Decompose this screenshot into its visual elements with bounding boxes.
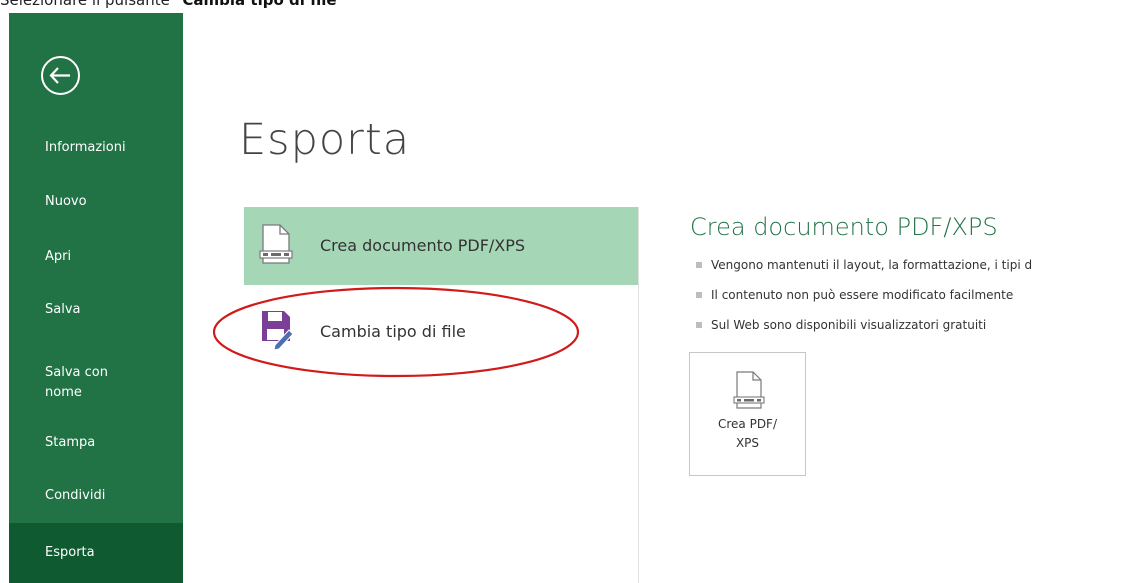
page-title: Esporta bbox=[239, 115, 411, 165]
bullet-text: Vengono mantenuti il layout, la formatta… bbox=[711, 258, 1033, 272]
bullet-icon bbox=[696, 262, 702, 268]
sidebar-item-salva-con-nome-label: Salva con nome bbox=[45, 365, 108, 400]
caption-text: Selezionare il pulsante "Cambia tipo di … bbox=[0, 0, 344, 13]
bullet-icon bbox=[696, 292, 702, 298]
list-item: Il contenuto non può essere modificato f… bbox=[693, 287, 1032, 317]
button-label-line1: Crea PDF/ bbox=[717, 417, 778, 431]
bullet-text: Il contenuto non può essere modificato f… bbox=[711, 288, 1014, 302]
bullet-icon bbox=[696, 322, 702, 328]
caption-prefix: Selezionare il pulsante bbox=[0, 0, 175, 9]
divider bbox=[638, 207, 639, 583]
sidebar-item-condividi[interactable]: Condividi bbox=[9, 472, 183, 520]
option-crea-pdf-xps-label: Crea documento PDF/XPS bbox=[320, 236, 526, 255]
panel-title: Crea documento PDF/XPS bbox=[690, 213, 998, 241]
pdf-document-icon bbox=[259, 224, 293, 264]
highlight-annotation bbox=[212, 286, 580, 378]
backstage-sidebar: Informazioni Nuovo Apri Salva Salva con … bbox=[9, 13, 183, 583]
backstage-page: Selezionare il pulsante "Cambia tipo di … bbox=[0, 0, 1127, 583]
crea-pdf-xps-button[interactable]: Crea PDF/ XPS bbox=[689, 352, 806, 476]
sidebar-item-salva[interactable]: Salva bbox=[9, 286, 183, 334]
sidebar-item-nuovo[interactable]: Nuovo bbox=[9, 178, 183, 226]
feature-list: Vengono mantenuti il layout, la formatta… bbox=[693, 257, 1032, 347]
bullet-text: Sul Web sono disponibili visualizzatori … bbox=[711, 318, 987, 332]
sidebar-item-stampa[interactable]: Stampa bbox=[9, 419, 183, 467]
option-crea-pdf-xps[interactable]: Crea documento PDF/XPS bbox=[244, 207, 638, 285]
sidebar-item-apri[interactable]: Apri bbox=[9, 233, 183, 281]
list-item: Vengono mantenuti il layout, la formatta… bbox=[693, 257, 1032, 287]
back-arrow-icon[interactable] bbox=[40, 55, 81, 96]
crea-pdf-xps-button-label: Crea PDF/ XPS bbox=[690, 415, 805, 453]
sidebar-item-esporta[interactable]: Esporta bbox=[9, 523, 183, 583]
caption-bold: "Cambia tipo di file" bbox=[174, 0, 345, 9]
sidebar-item-salva-con-nome[interactable]: Salva con nome bbox=[9, 352, 183, 414]
pdf-document-icon bbox=[733, 371, 765, 409]
list-item: Sul Web sono disponibili visualizzatori … bbox=[693, 317, 1032, 347]
button-label-line2: XPS bbox=[735, 436, 760, 450]
sidebar-item-informazioni[interactable]: Informazioni bbox=[9, 124, 183, 172]
